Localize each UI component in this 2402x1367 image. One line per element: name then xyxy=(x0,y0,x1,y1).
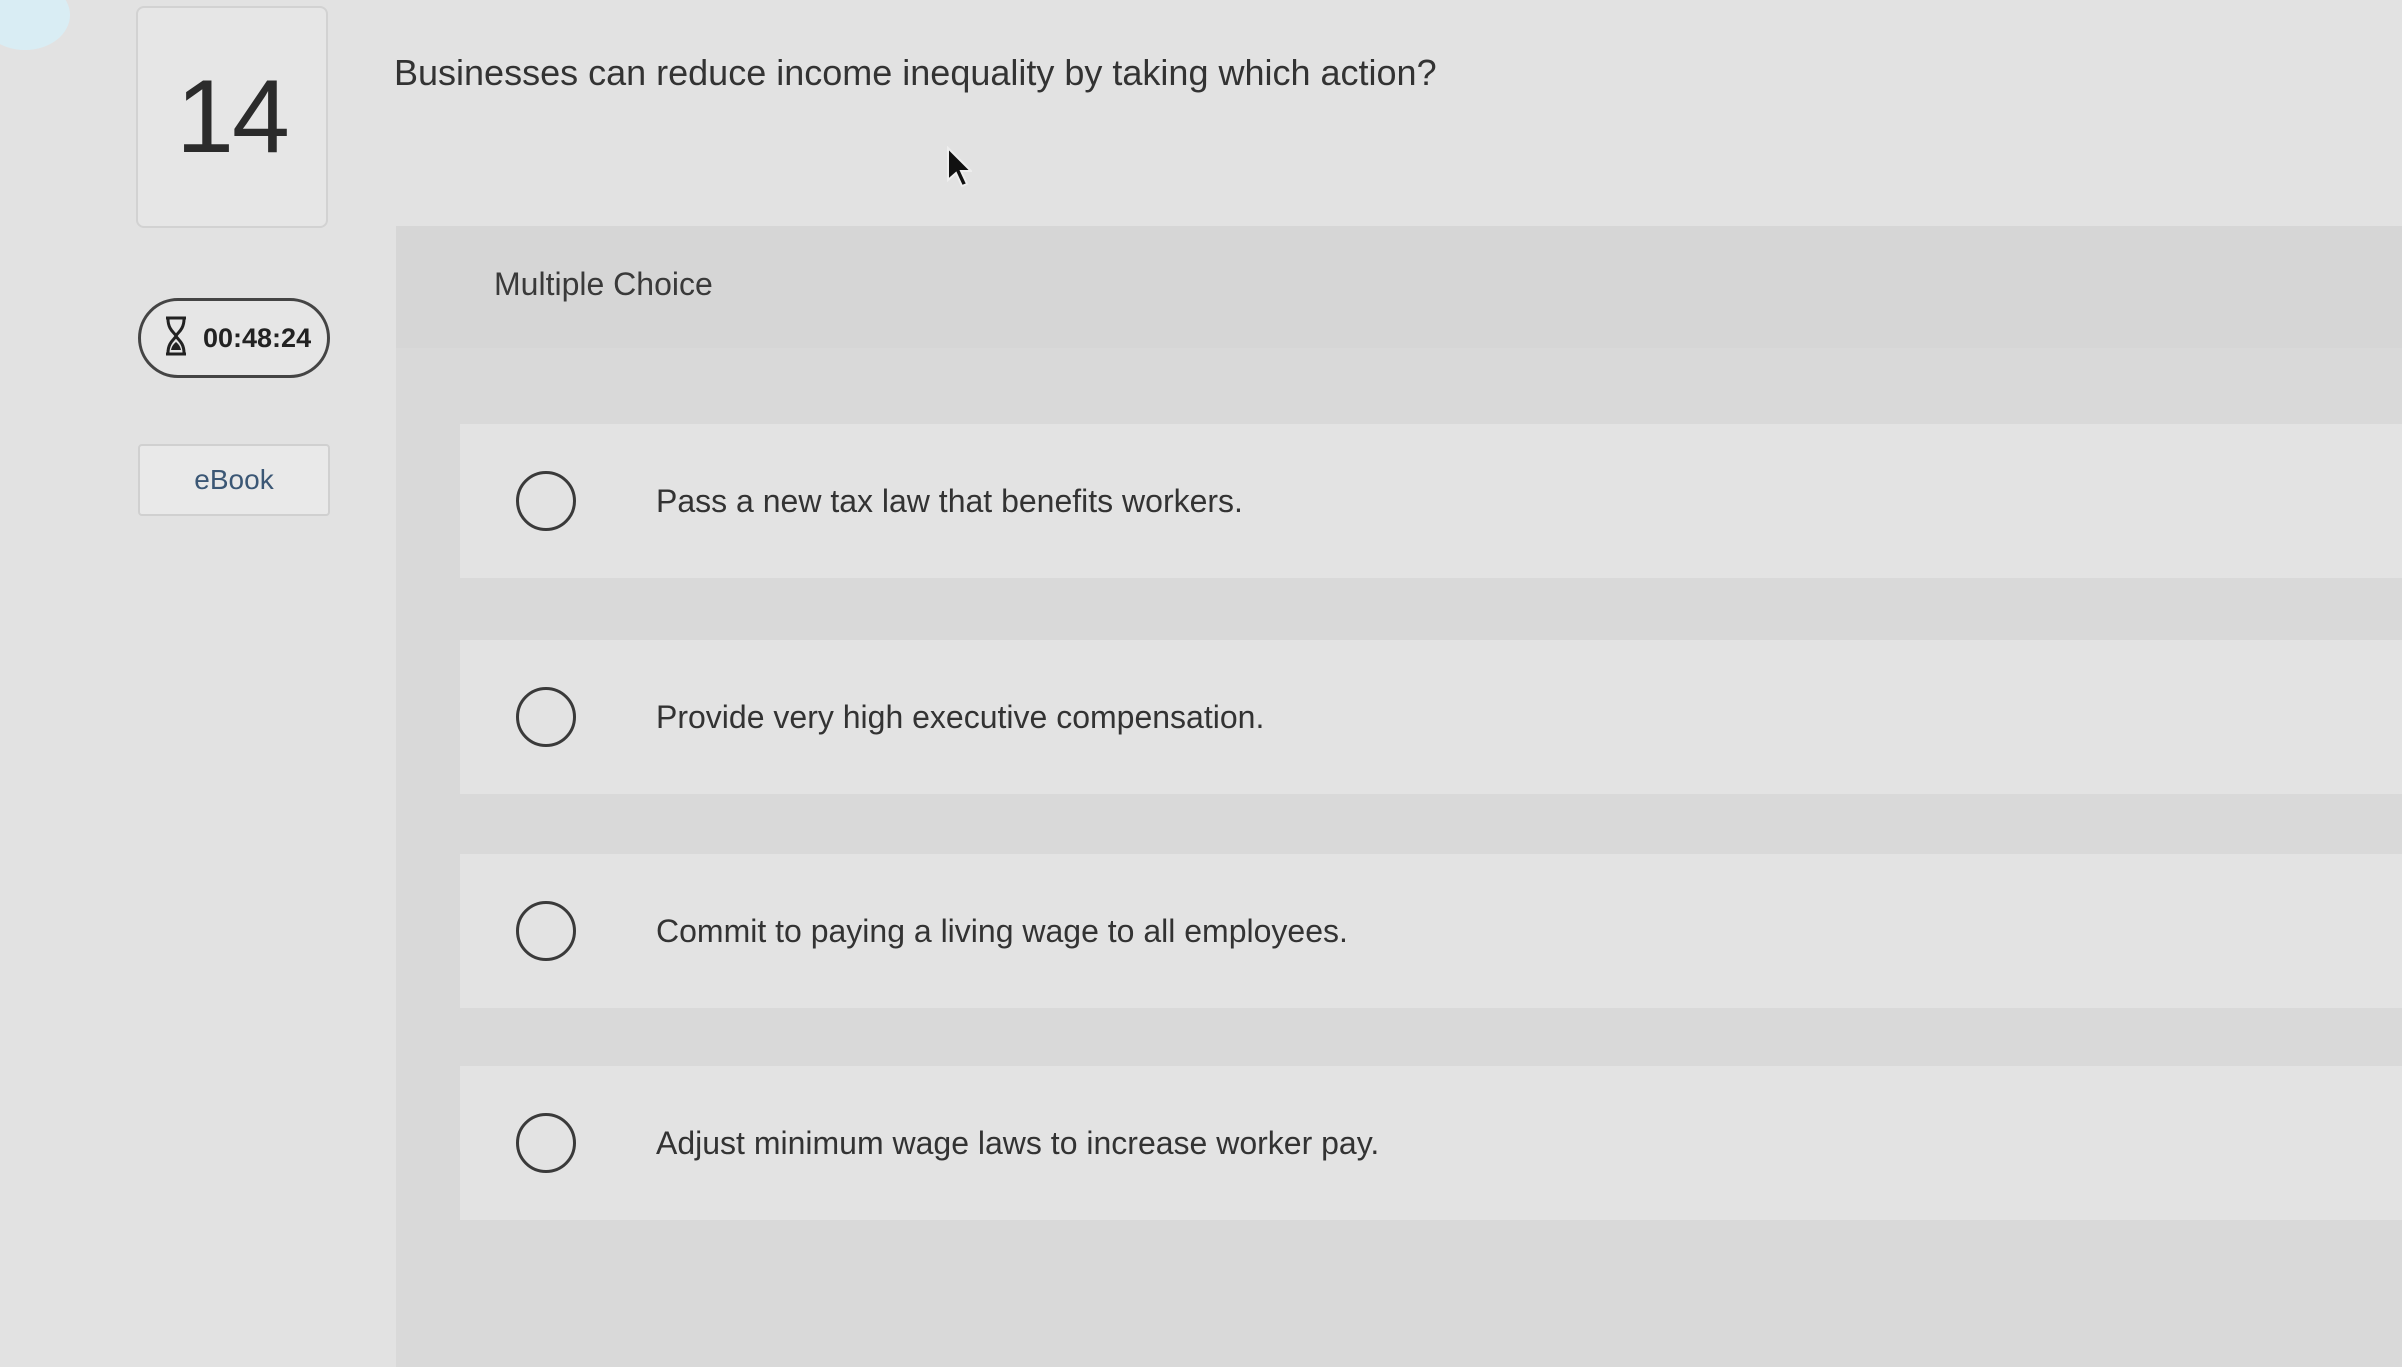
radio-button[interactable] xyxy=(516,1113,576,1173)
question-number-box: 14 xyxy=(136,6,328,228)
question-sidebar: 14 00:48:24 eBook xyxy=(0,0,380,1367)
hourglass-icon xyxy=(163,316,189,361)
radio-button[interactable] xyxy=(516,471,576,531)
question-number: 14 xyxy=(176,58,290,175)
answer-panel: Multiple Choice Pass a new tax law that … xyxy=(396,226,2402,1367)
choice-label: Provide very high executive compensation… xyxy=(656,698,1265,735)
radio-button[interactable] xyxy=(516,901,576,961)
radio-button[interactable] xyxy=(516,687,576,747)
timer-value: 00:48:24 xyxy=(203,322,312,353)
choice-label: Adjust minimum wage laws to increase wor… xyxy=(656,1124,1380,1161)
choice-option-2[interactable]: Provide very high executive compensation… xyxy=(460,640,2402,794)
question-prompt: Businesses can reduce income inequality … xyxy=(394,52,1437,93)
choice-option-1[interactable]: Pass a new tax law that benefits workers… xyxy=(460,424,2402,578)
panel-header: Multiple Choice xyxy=(396,226,2402,348)
choice-option-4[interactable]: Adjust minimum wage laws to increase wor… xyxy=(460,1066,2402,1220)
choice-label: Commit to paying a living wage to all em… xyxy=(656,912,1348,949)
choice-label: Pass a new tax law that benefits workers… xyxy=(656,482,1243,519)
timer-badge[interactable]: 00:48:24 xyxy=(138,298,330,378)
mouse-cursor-icon xyxy=(946,145,974,195)
question-type-label: Multiple Choice xyxy=(494,266,713,302)
choice-option-3[interactable]: Commit to paying a living wage to all em… xyxy=(460,854,2402,1008)
ebook-button[interactable]: eBook xyxy=(138,444,330,516)
